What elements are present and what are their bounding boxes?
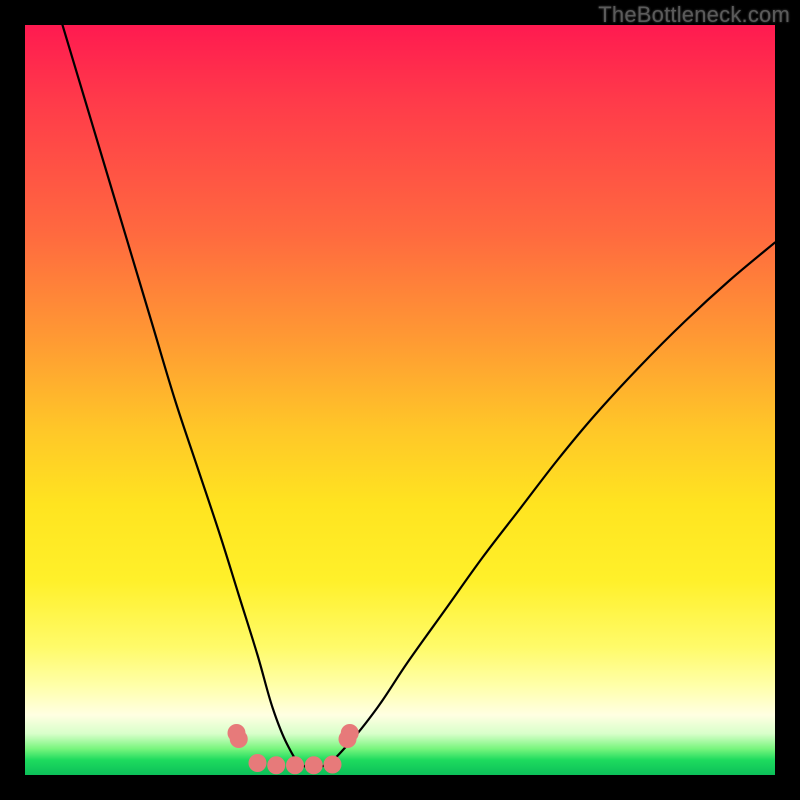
optimal-marker (341, 724, 359, 742)
curve-layer (25, 25, 775, 775)
optimal-marker (249, 754, 267, 772)
optimal-marker (305, 756, 323, 774)
chart-frame: TheBottleneck.com (0, 0, 800, 800)
optimal-zone-markers (228, 724, 359, 774)
attribution-text: TheBottleneck.com (598, 2, 790, 28)
plot-area (25, 25, 775, 775)
bottleneck-curve (63, 25, 776, 768)
optimal-marker (230, 730, 248, 748)
optimal-marker (267, 756, 285, 774)
optimal-marker (286, 756, 304, 774)
optimal-marker (324, 756, 342, 774)
